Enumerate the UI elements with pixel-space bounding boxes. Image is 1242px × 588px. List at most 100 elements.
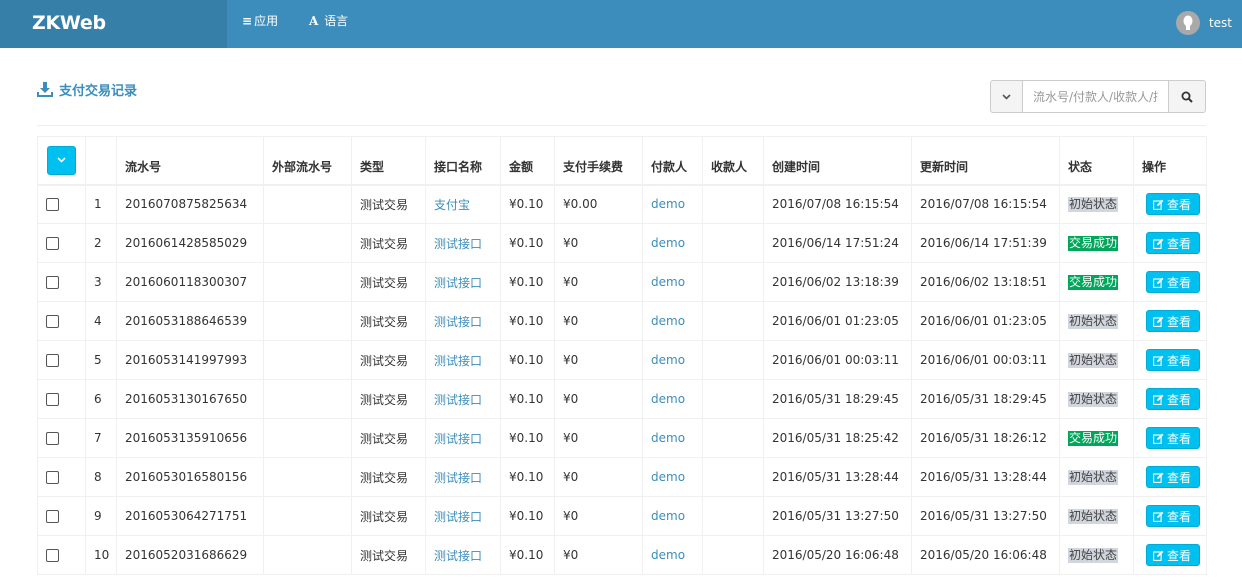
edit-icon (1153, 394, 1164, 405)
row-payer-link[interactable]: demo (651, 392, 685, 406)
search-input[interactable] (1023, 80, 1169, 113)
user-menu[interactable]: test (1175, 10, 1232, 36)
row-payer-link[interactable]: demo (651, 353, 685, 367)
row-payee (702, 262, 764, 302)
row-fee: ¥0 (554, 418, 643, 458)
row-payer-link[interactable]: demo (651, 275, 685, 289)
row-status-cell: 初始状态 (1059, 496, 1134, 536)
row-payer-link[interactable]: demo (651, 509, 685, 523)
table-row: 7 2016053135910656 测试交易 测试接口 ¥0.10 ¥0 de… (37, 418, 1207, 458)
row-select-cell (37, 457, 86, 497)
row-external-serial (263, 223, 352, 263)
row-api-link[interactable]: 测试接口 (434, 471, 482, 485)
row-payer-cell: demo (642, 262, 703, 302)
row-api-link[interactable]: 支付宝 (434, 198, 470, 212)
header-index (85, 136, 117, 186)
row-type: 测试交易 (351, 184, 426, 224)
view-button[interactable]: 查看 (1146, 232, 1201, 254)
row-payer-cell: demo (642, 301, 703, 341)
row-status-cell: 初始状态 (1059, 340, 1134, 380)
edit-icon (1153, 550, 1164, 561)
row-api-link[interactable]: 测试接口 (434, 393, 482, 407)
row-select-cell (37, 379, 86, 419)
row-checkbox[interactable] (46, 315, 59, 328)
chevron-down-icon (57, 157, 66, 163)
row-external-serial (263, 340, 352, 380)
row-checkbox[interactable] (46, 198, 59, 212)
row-status-cell: 初始状态 (1059, 184, 1134, 224)
nav-apps[interactable]: ≡ 应用 (242, 0, 278, 48)
row-payer-link[interactable]: demo (651, 431, 685, 445)
row-external-serial (263, 301, 352, 341)
row-updated: 2016/06/01 00:03:11 (911, 340, 1060, 380)
row-api-link[interactable]: 测试接口 (434, 237, 482, 251)
row-select-cell (37, 223, 86, 263)
row-serial: 2016053141997993 (116, 340, 264, 380)
edit-icon (1153, 433, 1164, 444)
row-checkbox[interactable] (46, 276, 59, 289)
view-button[interactable]: 查看 (1146, 544, 1201, 566)
row-serial: 2016053064271751 (116, 496, 264, 536)
row-amount: ¥0.10 (500, 184, 555, 224)
row-index: 3 (85, 262, 117, 302)
table-row: 2 2016061428585029 测试交易 测试接口 ¥0.10 ¥0 de… (37, 223, 1207, 263)
search-icon (1181, 91, 1193, 103)
row-checkbox[interactable] (46, 432, 59, 445)
table-row: 1 2016070875825634 测试交易 支付宝 ¥0.10 ¥0.00 … (37, 184, 1207, 224)
search-button[interactable] (1169, 80, 1206, 113)
row-api-link[interactable]: 测试接口 (434, 549, 482, 563)
view-button[interactable]: 查看 (1146, 193, 1201, 216)
view-button[interactable]: 查看 (1146, 271, 1201, 293)
chevron-down-icon (1002, 93, 1011, 100)
select-all-button[interactable] (47, 145, 76, 175)
row-index: 8 (85, 457, 117, 497)
row-serial: 2016060118300307 (116, 262, 264, 302)
row-api-link[interactable]: 测试接口 (434, 354, 482, 368)
row-payer-link[interactable]: demo (651, 236, 685, 250)
edit-icon (1153, 511, 1164, 522)
row-checkbox[interactable] (46, 354, 59, 367)
row-external-serial (263, 457, 352, 497)
row-api-cell: 测试接口 (425, 457, 501, 497)
row-payer-link[interactable]: demo (651, 314, 685, 328)
view-button-label: 查看 (1167, 392, 1192, 407)
row-actions-cell: 查看 (1133, 457, 1207, 497)
nav-language[interactable]: A 语言 (309, 0, 348, 48)
user-avatar-icon (1183, 15, 1193, 30)
row-api-link[interactable]: 测试接口 (434, 510, 482, 524)
table-header-row: 流水号 外部流水号 类型 接口名称 金额 支付手续费 付款人 收款人 创建时间 … (37, 136, 1207, 186)
view-button[interactable]: 查看 (1146, 349, 1201, 371)
row-payer-link[interactable]: demo (651, 470, 685, 484)
row-checkbox[interactable] (46, 237, 59, 250)
row-checkbox[interactable] (46, 549, 59, 562)
table-row: 10 2016052031686629 测试交易 测试接口 ¥0.10 ¥0 d… (37, 535, 1207, 575)
row-payer-link[interactable]: demo (651, 197, 685, 211)
row-status-cell: 初始状态 (1059, 457, 1134, 497)
view-button[interactable]: 查看 (1146, 310, 1201, 332)
brand-logo[interactable]: ZKWeb Framework (0, 0, 227, 80)
row-api-link[interactable]: 测试接口 (434, 432, 482, 446)
view-button[interactable]: 查看 (1146, 388, 1201, 410)
search-dropdown-button[interactable] (990, 80, 1023, 113)
edit-icon (1153, 316, 1164, 327)
row-amount: ¥0.10 (500, 457, 555, 497)
row-created: 2016/05/20 16:06:48 (763, 535, 912, 575)
view-button[interactable]: 查看 (1146, 505, 1201, 527)
row-fee: ¥0 (554, 340, 643, 380)
row-api-link[interactable]: 测试接口 (434, 276, 482, 290)
row-checkbox[interactable] (46, 510, 59, 523)
row-serial: 2016052031686629 (116, 535, 264, 575)
row-checkbox[interactable] (46, 471, 59, 484)
row-select-cell (37, 262, 86, 302)
view-button[interactable]: 查看 (1146, 466, 1201, 488)
row-type: 测试交易 (351, 223, 426, 263)
status-badge: 初始状态 (1068, 352, 1119, 368)
view-button[interactable]: 查看 (1146, 427, 1201, 449)
row-checkbox[interactable] (46, 393, 59, 406)
row-payer-link[interactable]: demo (651, 548, 685, 562)
row-api-link[interactable]: 测试接口 (434, 315, 482, 329)
view-button-label: 查看 (1167, 353, 1192, 368)
row-created: 2016/06/01 00:03:11 (763, 340, 912, 380)
row-updated: 2016/05/31 13:27:50 (911, 496, 1060, 536)
row-payee (702, 223, 764, 263)
